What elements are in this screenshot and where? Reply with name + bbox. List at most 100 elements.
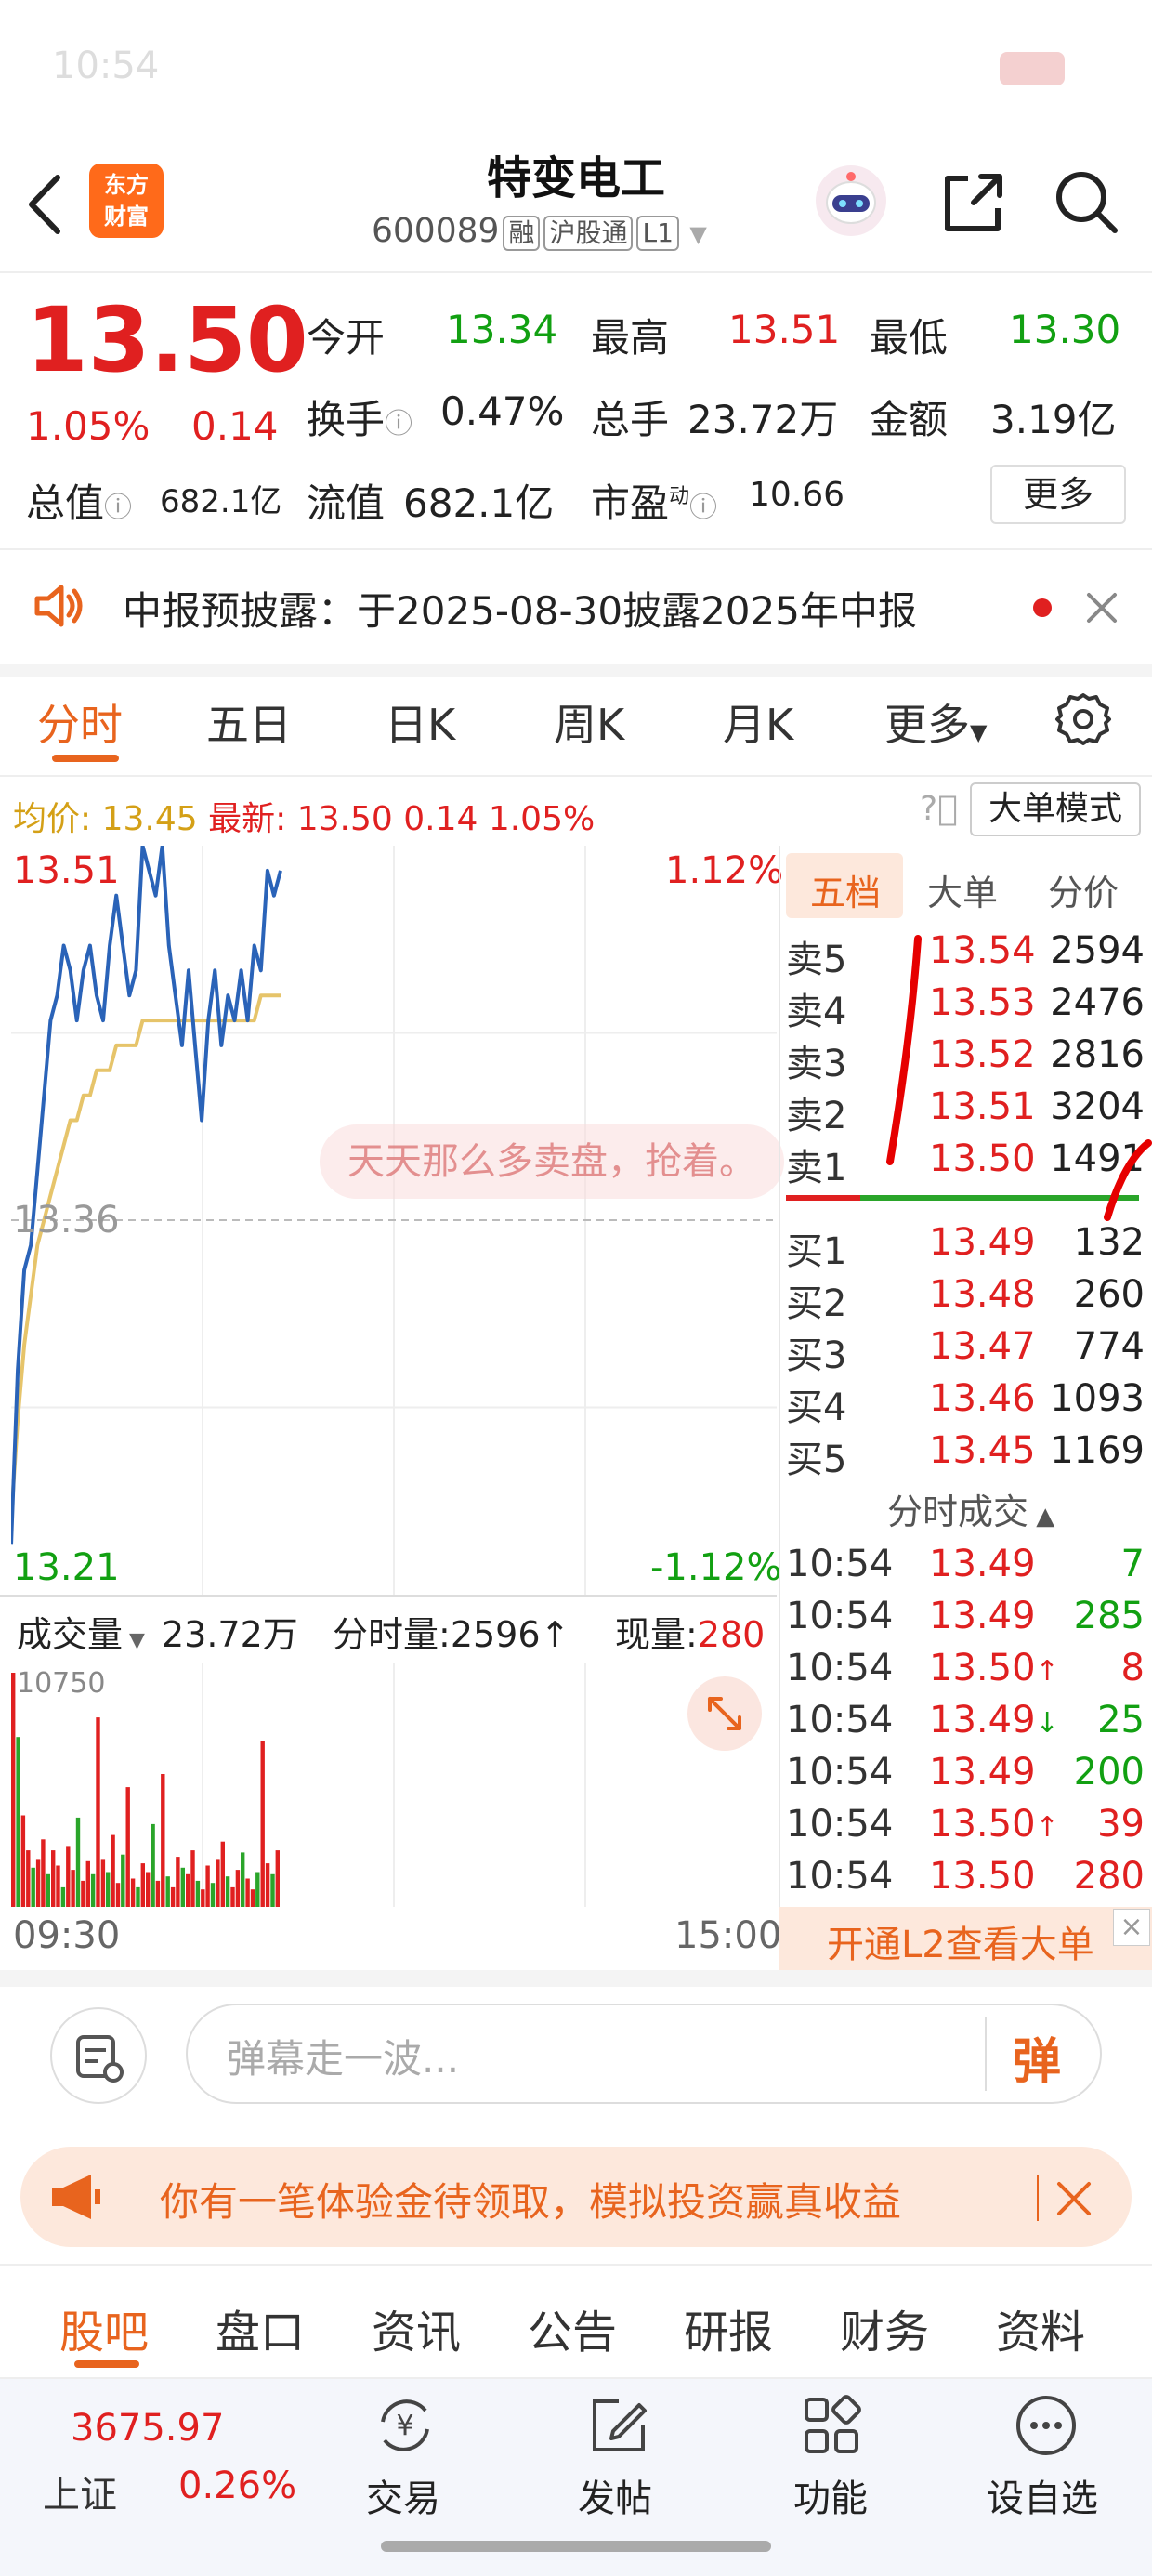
minute-volume: 分时量:2596↑ [333, 1614, 570, 1655]
change-percent: 1.05% [26, 403, 151, 449]
status-bar: 10:54 [0, 0, 1152, 139]
y-axis-right-bottom-label: -1.12% [650, 1546, 782, 1589]
bottom-tab[interactable]: 盘口 [216, 2295, 305, 2360]
volume-bar [140, 1863, 145, 1907]
stock-code: 600089 [372, 212, 500, 250]
index-change[interactable]: 0.26% [178, 2464, 296, 2507]
tab-intraday[interactable]: 分时 [37, 691, 123, 753]
l2-banner-text[interactable]: 开通L2查看大单 [827, 1914, 1094, 1968]
gear-icon[interactable] [1054, 690, 1113, 749]
amount-label: 金额 [870, 397, 949, 442]
pe-label[interactable]: 市盈动ⓘ [591, 472, 717, 529]
pe-value: 10.66 [749, 476, 845, 514]
trade-row-price: 13.49 [929, 1543, 1036, 1585]
volume-bar [190, 1850, 195, 1907]
robot-assistant-icon[interactable] [814, 164, 888, 238]
bottom-tab[interactable]: 资料 [996, 2295, 1085, 2360]
share-icon[interactable] [936, 165, 1011, 240]
trade-icon[interactable]: ¥ [368, 2388, 442, 2463]
tab-price-distribution[interactable]: 分价 [1048, 864, 1119, 915]
bid-row-qty: 260 [1073, 1273, 1145, 1316]
bottom-tab[interactable]: 公告 [528, 2295, 617, 2360]
volume-indicator-select[interactable]: 成交量 ▼ [17, 1606, 145, 1657]
trades-title[interactable]: 分时成交 ▲ [887, 1483, 1054, 1534]
search-icon[interactable] [1050, 165, 1124, 240]
danmaku-send-button[interactable]: 弹 [1013, 2022, 1061, 2092]
bid-row-label: 买3 [786, 1334, 847, 1377]
notice-bar[interactable]: 中报预披露：于2025-08-30披露2025年中报 [0, 552, 1152, 664]
volume-bar [205, 1865, 210, 1907]
back-arrow-icon[interactable] [26, 172, 63, 237]
close-icon[interactable] [1085, 591, 1119, 624]
more-dots-icon[interactable] [1009, 2388, 1083, 2463]
battery-icon [1000, 52, 1065, 85]
tab-big-orders[interactable]: 大单 [927, 864, 998, 915]
grid-icon[interactable] [795, 2388, 870, 2463]
latest-pct: 1.05% [488, 800, 596, 838]
volume-bar [75, 1817, 81, 1907]
avg-label: 均价: [13, 800, 92, 838]
more-button[interactable]: 更多 [990, 465, 1126, 524]
help-icon[interactable]: ?⃝ [920, 790, 958, 828]
info-icon: ⓘ [385, 408, 413, 440]
volume-bar [260, 1741, 265, 1907]
volume-bar [46, 1873, 50, 1907]
nav-functions[interactable]: 功能 [793, 2468, 868, 2522]
index-value[interactable]: 3675.97 [71, 2407, 224, 2450]
mktcap-label[interactable]: 总值ⓘ [26, 472, 132, 529]
danmaku-settings-button[interactable] [50, 2007, 147, 2104]
tab-weekly-k[interactable]: 周K [554, 691, 624, 753]
volume-bar [265, 1863, 270, 1907]
trade-row-label: 10:54 [786, 1855, 894, 1898]
nav-trade[interactable]: 交易 [366, 2468, 440, 2522]
bottom-tab[interactable]: 研报 [684, 2295, 773, 2360]
tab-daily-k[interactable]: 日K [385, 691, 455, 753]
ask-row-label: 卖4 [786, 991, 847, 1033]
float-value: 682.1亿 [403, 480, 555, 526]
stock-code-row[interactable]: 600089 融沪股通 L1 ▼ [372, 212, 780, 251]
volume-value: 23.72万 [687, 397, 839, 442]
caret-down-icon: ▼ [970, 719, 988, 745]
app-logo: 东方 财富 [89, 164, 164, 238]
intraday-price-chart[interactable] [11, 846, 777, 1595]
info-icon: ⓘ [689, 492, 718, 524]
high-value: 13.51 [728, 307, 841, 352]
big-order-mode-button[interactable]: 大单模式 [970, 782, 1141, 836]
close-icon[interactable] [1055, 2180, 1093, 2217]
volume-bar [270, 1873, 275, 1907]
compose-icon[interactable] [582, 2388, 656, 2463]
divider [0, 1970, 1152, 1987]
volume-bar [90, 1873, 96, 1907]
float-label: 流值 [307, 480, 386, 526]
turnover-label[interactable]: 换手ⓘ [307, 388, 412, 445]
volume-bar [31, 1867, 35, 1907]
nav-post[interactable]: 发帖 [578, 2468, 652, 2522]
bottom-tab[interactable]: 股吧 [59, 2295, 149, 2360]
bottom-tab[interactable]: 财务 [840, 2295, 929, 2360]
bid-row-label: 买2 [786, 1282, 847, 1325]
volume-bar [11, 1673, 16, 1907]
home-indicator[interactable] [381, 2541, 771, 2552]
y-axis-mid-label: 13.36 [13, 1199, 120, 1242]
tab-monthly-k[interactable]: 月K [723, 691, 793, 753]
trade-row-qty: 285 [1073, 1595, 1145, 1637]
tab-more[interactable]: 更多▼ [884, 691, 987, 753]
bid-row-label: 买1 [786, 1230, 847, 1273]
close-icon[interactable]: × [1113, 1909, 1150, 1946]
volume-bar [201, 1889, 205, 1907]
intraday-volume-chart[interactable] [11, 1663, 777, 1907]
latest-change: 0.14 [403, 800, 478, 838]
expand-button[interactable] [687, 1676, 762, 1751]
index-name[interactable]: 上证 [43, 2464, 117, 2518]
latest-value: 13.50 [296, 800, 393, 838]
logo-text-line1: 东方 [104, 172, 149, 198]
tab-five-day[interactable]: 五日 [206, 691, 292, 753]
volume-bar [245, 1878, 250, 1907]
nav-add-watchlist[interactable]: 设自选 [987, 2468, 1098, 2522]
tag-connect: 沪股通 [543, 216, 634, 251]
volume-bar [230, 1886, 235, 1907]
trade-row-qty: 39 [1097, 1803, 1145, 1846]
tab-five-levels[interactable]: 五档 [810, 864, 881, 915]
bottom-tab[interactable]: 资讯 [372, 2295, 461, 2360]
trade-row-label: 10:54 [786, 1647, 894, 1689]
